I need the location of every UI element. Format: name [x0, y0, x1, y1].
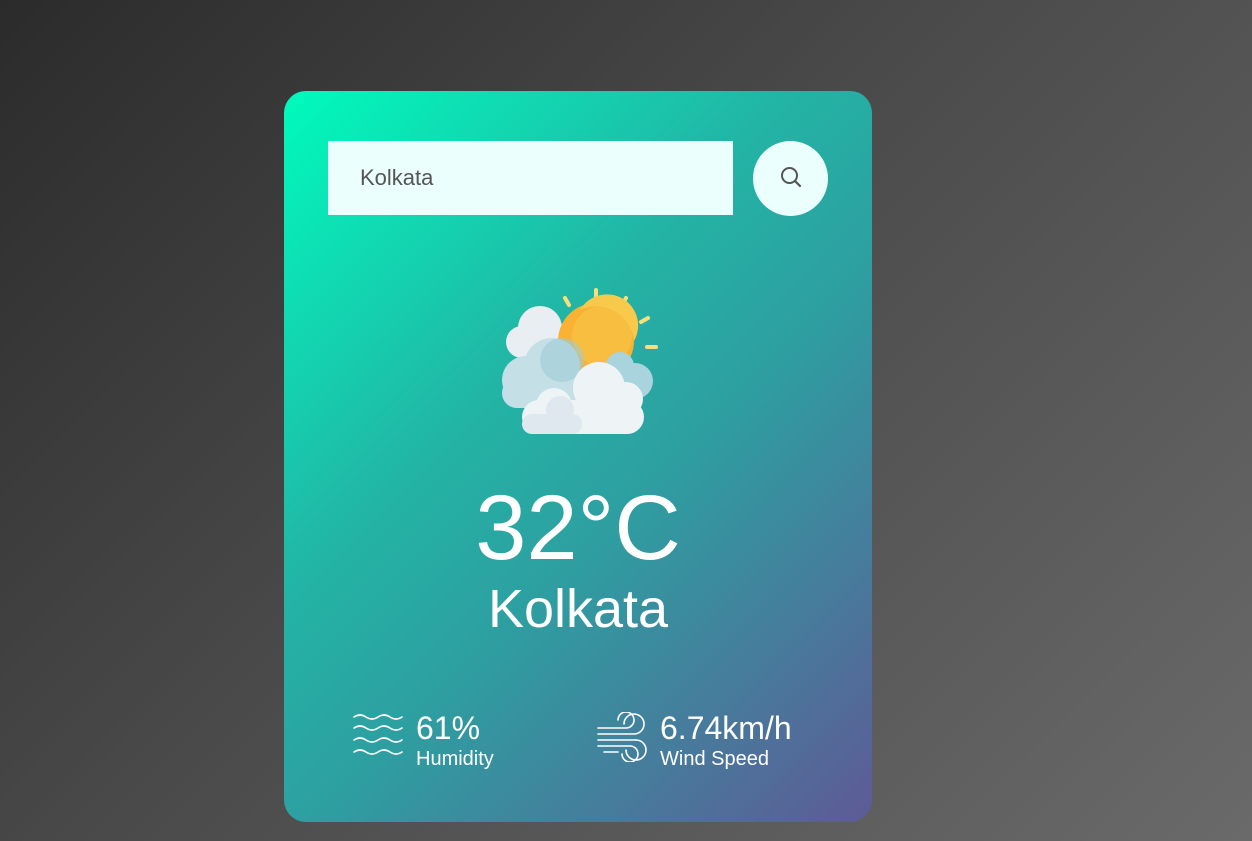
humidity-value: 61%: [416, 710, 481, 746]
temperature: 32°C: [475, 477, 681, 579]
wind-speed-value: 6.74km/h: [660, 710, 792, 746]
search-button[interactable]: [753, 141, 828, 216]
city-search-input[interactable]: [328, 141, 733, 215]
wind-stat: 6.74km/h Wind Speed: [596, 709, 792, 771]
partly-cloudy-icon: [490, 284, 670, 436]
wind-speed-label: Wind Speed: [660, 748, 769, 770]
humidity-waves-icon: [352, 712, 404, 763]
wind-icon: [596, 711, 648, 767]
weather-card: 32°C Kolkata 61% Humidity: [284, 91, 872, 822]
city-name: Kolkata: [487, 579, 669, 639]
humidity-label: Humidity: [416, 748, 494, 770]
search-icon: [779, 165, 803, 192]
humidity-stat: 61% Humidity: [352, 709, 494, 771]
